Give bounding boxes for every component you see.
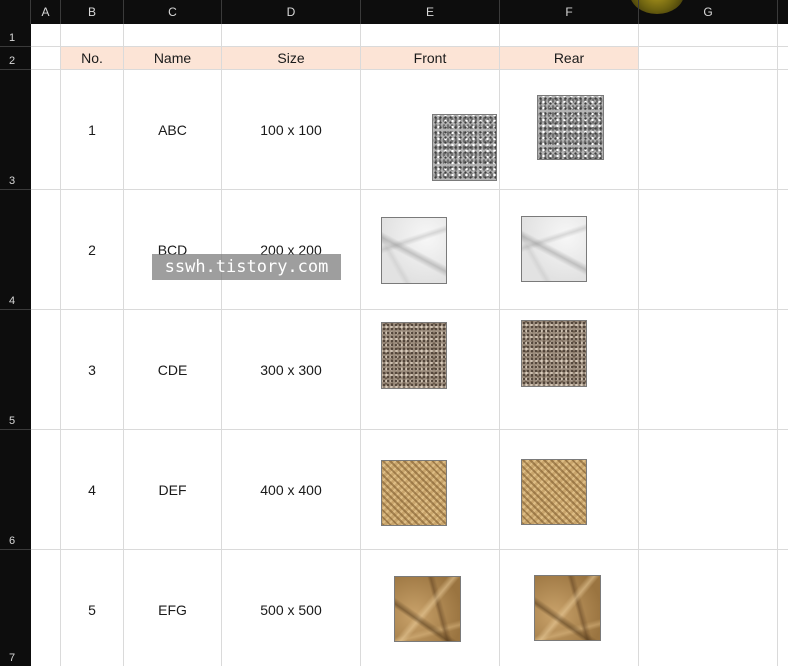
header-front[interactable]: Front [361,47,499,70]
column-header-g[interactable]: G [639,0,778,24]
row-header-6[interactable]: 6 [0,430,31,550]
cell-size[interactable]: 400 x 400 [222,482,360,498]
row-header-1[interactable]: 1 [0,24,31,47]
grid-line [123,24,124,666]
gravel-texture-front-image[interactable] [381,322,447,389]
row-header-7[interactable]: 7 [0,550,31,666]
grid-line [31,189,788,190]
cell-no[interactable]: 1 [61,122,123,138]
crumpled-paper-texture-front-image[interactable] [394,576,461,642]
grid-line [777,24,778,666]
row-header-5[interactable]: 5 [0,310,31,430]
grid-line [638,24,639,666]
marble-texture-rear-image[interactable] [521,216,587,282]
cell-size[interactable]: 500 x 500 [222,602,360,618]
cell-name[interactable]: ABC [124,122,221,138]
granite-texture-front-image[interactable] [432,114,497,181]
row-header-3[interactable]: 3 [0,70,31,190]
header-rear[interactable]: Rear [500,47,638,70]
burlap-texture-rear-image[interactable] [521,459,587,525]
marble-texture-front-image[interactable] [381,217,447,284]
grid-line [360,24,361,666]
grid-line [31,549,788,550]
header-size[interactable]: Size [222,47,360,70]
select-all-corner[interactable] [0,0,31,24]
column-header-f[interactable]: F [500,0,639,24]
column-header-c[interactable]: C [124,0,222,24]
cell-name[interactable]: DEF [124,482,221,498]
header-no[interactable]: No. [61,47,123,70]
column-header-a[interactable]: A [31,0,61,24]
row-header-2[interactable]: 2 [0,47,31,70]
header-name[interactable]: Name [124,47,221,70]
column-header-e[interactable]: E [361,0,500,24]
column-header-b[interactable]: B [61,0,124,24]
burlap-texture-front-image[interactable] [381,460,447,526]
column-header-d[interactable]: D [222,0,361,24]
cell-no[interactable]: 5 [61,602,123,618]
cell-size[interactable]: 300 x 300 [222,362,360,378]
gravel-texture-rear-image[interactable] [521,320,587,387]
crumpled-paper-texture-rear-image[interactable] [534,575,601,641]
cell-size[interactable]: 100 x 100 [222,122,360,138]
row-header-4[interactable]: 4 [0,190,31,310]
cell-no[interactable]: 2 [61,242,123,258]
grid-line [31,309,788,310]
granite-texture-rear-image[interactable] [537,95,604,160]
cell-no[interactable]: 4 [61,482,123,498]
cell-no[interactable]: 3 [61,362,123,378]
grid-line [499,24,500,666]
grid-line [221,24,222,666]
grid-line [60,24,61,666]
cell-name[interactable]: CDE [124,362,221,378]
cell-name[interactable]: EFG [124,602,221,618]
grid-line [31,429,788,430]
watermark: sswh.tistory.com [152,254,341,280]
